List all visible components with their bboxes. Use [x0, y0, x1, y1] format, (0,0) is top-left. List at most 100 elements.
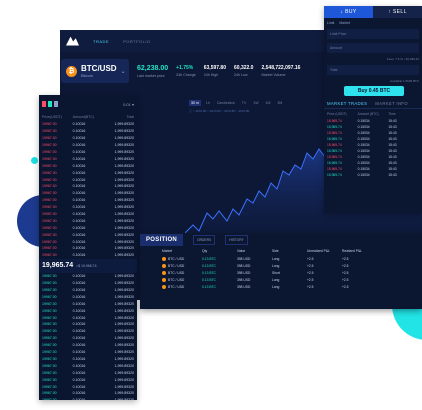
- amount-field[interactable]: Amount: [327, 43, 419, 53]
- tf-tv[interactable]: TV: [240, 100, 248, 106]
- order-book-row[interactable]: 19967.000.100161,999.89320: [39, 224, 137, 231]
- order-book-row[interactable]: 19967.000.100161,999.89320: [39, 142, 137, 149]
- order-book-row[interactable]: 19967.000.100161,999.89320: [39, 169, 137, 176]
- order-book-columns: Price(USDT) Amount(BTC) Total: [42, 115, 135, 119]
- order-book-row[interactable]: 19967.000.100161,999.89320: [39, 376, 137, 383]
- position-market-label: BTC / USD: [168, 284, 185, 289]
- order-book-cell: 0.10016: [73, 398, 104, 400]
- tab-market-trades[interactable]: MARKET TRADES: [327, 101, 367, 106]
- order-type-market[interactable]: Market: [339, 21, 350, 25]
- order-book-row[interactable]: 19967.000.100161,999.89320: [39, 300, 137, 307]
- order-type-limit[interactable]: Limit: [327, 21, 334, 25]
- limit-price-field[interactable]: Limit Price: [327, 29, 419, 39]
- order-book-cell: 19967.00: [42, 184, 57, 189]
- order-book-row[interactable]: 19967.000.100161,999.89320: [39, 155, 137, 162]
- position-row[interactable]: BTC / USD 0.13 BTC 398 USD Short +2.5 +2.5: [140, 269, 422, 276]
- order-book-row[interactable]: 19967.000.100161,999.89320: [39, 369, 137, 376]
- order-book-row[interactable]: 19967.000.100161,999.89320: [39, 287, 137, 294]
- total-field[interactable]: Total: [327, 65, 419, 75]
- position-market: BTC / USD: [162, 284, 202, 289]
- order-book-row[interactable]: 19967.000.100161,999.89320: [39, 217, 137, 224]
- order-book-cell: 19967.00: [42, 274, 57, 279]
- nav-trade[interactable]: TRADE: [93, 39, 109, 44]
- position-cell: +2.5: [307, 270, 314, 275]
- order-book-row[interactable]: 19967.000.100161,999.89320: [39, 121, 137, 128]
- position-cell: 0.13 BTC: [202, 263, 216, 268]
- order-book-row[interactable]: 19967.000.100161,999.89320: [39, 342, 137, 349]
- precision-select[interactable]: 0.01 ▾: [123, 102, 134, 107]
- tab-market-info[interactable]: MARKET INFO: [375, 101, 408, 106]
- order-book-row[interactable]: 19967.000.100161,999.89320: [39, 273, 137, 280]
- tf-1m[interactable]: 1M: [264, 100, 273, 106]
- bids-view-icon[interactable]: [48, 101, 52, 107]
- order-book-cell: 1,999.89320: [114, 163, 135, 168]
- buy-tab[interactable]: ↓ BUY: [324, 6, 373, 18]
- order-book-row[interactable]: 19967.000.100161,999.89320: [39, 314, 137, 321]
- position-row[interactable]: BTC / USD 0.13 BTC 398 USD Long +2.5 +2.5: [140, 283, 422, 290]
- order-book-row[interactable]: 19967.000.100161,999.89320: [39, 245, 137, 252]
- order-book-row[interactable]: 19967.000.100161,999.89320: [39, 252, 137, 259]
- order-book-cell: 0.10016: [72, 122, 86, 127]
- market-trade-cell: 15,965.74: [327, 173, 342, 177]
- both-view-icon[interactable]: [54, 101, 58, 107]
- order-book-row[interactable]: 19967.000.100161,999.89320: [39, 383, 137, 390]
- position-market-label: BTC / USD: [168, 263, 185, 268]
- order-book-row[interactable]: 19967.000.100161,999.89320: [39, 211, 137, 218]
- order-book-row[interactable]: 19967.000.100161,999.89320: [39, 321, 137, 328]
- order-book-cell: 0.10016: [72, 336, 86, 341]
- position-row[interactable]: BTC / USD 0.13 BTC 398 USD Long +2.5 +2.5: [140, 276, 422, 283]
- order-book-cell: 19967.00: [42, 246, 57, 251]
- order-book-row[interactable]: 19967.000.100161,999.89320: [39, 183, 137, 190]
- order-book-row[interactable]: 19967.000.100161,999.89320: [39, 328, 137, 335]
- orders-tab[interactable]: ORDERS: [193, 235, 216, 245]
- order-book-row[interactable]: 19967.000.100161,999.89320: [39, 293, 137, 300]
- position-row[interactable]: BTC / USD 0.13 BTC 398 USD Long +2.5 +2.5: [140, 262, 422, 269]
- order-book-cell: 19967.00: [42, 281, 57, 286]
- order-book-row[interactable]: 19967.000.100161,999.89320: [39, 397, 137, 400]
- order-book-cell: 1,999.89320: [114, 239, 135, 244]
- order-book-cell: 19967.00: [42, 377, 57, 382]
- tf-candlestick[interactable]: Candlestick: [215, 100, 237, 106]
- order-book-row[interactable]: 19967.000.100161,999.89320: [39, 149, 137, 156]
- buy-button[interactable]: Buy 0.45 BTC: [344, 86, 404, 96]
- order-book-row[interactable]: 19967.000.100161,999.89320: [39, 335, 137, 342]
- pair-selector[interactable]: ₿ BTC/USD Bitcoin ⌄: [61, 59, 129, 83]
- order-book-row[interactable]: 19967.000.100161,999.89320: [39, 362, 137, 369]
- nav-portfolio[interactable]: PORTFOLIO: [123, 39, 151, 44]
- position-tab[interactable]: POSITION: [140, 234, 184, 246]
- tf-30m[interactable]: 30 m: [189, 100, 201, 106]
- history-tab[interactable]: HISTORY: [225, 235, 248, 245]
- asks-view-icon[interactable]: [42, 101, 46, 107]
- sell-tab[interactable]: ↑ SELL: [373, 6, 422, 18]
- order-book-cell: 19967.00: [42, 239, 57, 244]
- order-book-row[interactable]: 19967.000.100161,999.89320: [39, 390, 137, 397]
- order-book-row[interactable]: 19967.000.100161,999.89320: [39, 307, 137, 314]
- tf-1h[interactable]: 1h: [204, 100, 212, 106]
- order-book-row[interactable]: 19967.000.100161,999.89320: [39, 231, 137, 238]
- position-row[interactable]: BTC / USD 0.13 BTC 398 USD Long +2.5 +2.5: [140, 255, 422, 262]
- order-book-row[interactable]: 19967.000.100161,999.89320: [39, 238, 137, 245]
- order-book-row[interactable]: 19967.000.100161,999.89320: [39, 190, 137, 197]
- order-book-row[interactable]: 19967.000.100161,999.89320: [39, 356, 137, 363]
- trade-panel: ↓ BUY ↑ SELL Limit Market Limit Price Am…: [324, 6, 422, 213]
- order-book-row[interactable]: 19967.000.100161,999.89320: [39, 280, 137, 287]
- order-book-row[interactable]: 19967.000.100161,999.89320: [39, 349, 137, 356]
- order-book-cell: 1,999.89320: [114, 329, 135, 334]
- order-book-cell: 0.10016: [72, 177, 86, 182]
- order-book-row[interactable]: 19967.000.100161,999.89320: [39, 135, 137, 142]
- order-book-row[interactable]: 19967.000.100161,999.89320: [39, 128, 137, 135]
- order-book-cell: 1,999.89320: [114, 218, 135, 223]
- market-trade-cell: 15:43: [388, 125, 397, 129]
- order-book-cell: 0.10016: [72, 391, 86, 396]
- order-book-row[interactable]: 19967.000.100161,999.89320: [39, 162, 137, 169]
- bitcoin-icon: [162, 284, 166, 289]
- order-book-row[interactable]: 19967.000.100161,999.89320: [39, 197, 137, 204]
- order-book-row[interactable]: 19967.000.100161,999.89320: [39, 204, 137, 211]
- tf-3m[interactable]: 3M: [275, 100, 284, 106]
- order-book-cell: 19967.00: [42, 232, 57, 237]
- order-book-cell: 1,999.89320: [114, 322, 135, 327]
- market-trade-cell: 15,965.74: [327, 155, 342, 159]
- order-book-cell: 1,999.89320: [114, 336, 135, 341]
- order-book-row[interactable]: 19967.000.100161,999.89320: [39, 176, 137, 183]
- tf-1w[interactable]: 1W: [251, 100, 260, 106]
